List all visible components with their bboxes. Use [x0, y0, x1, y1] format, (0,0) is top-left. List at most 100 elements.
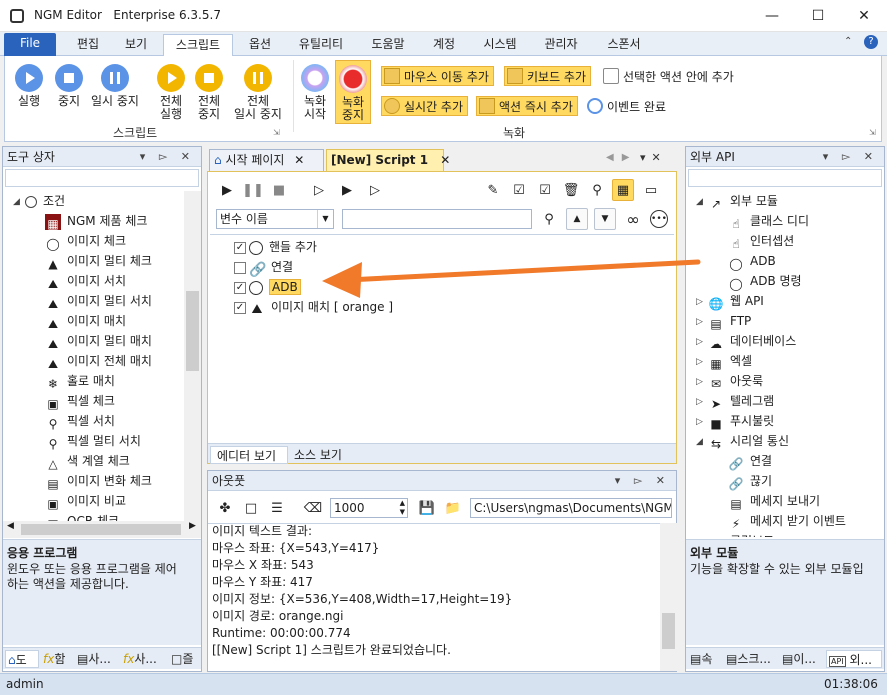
tab-images[interactable]: ▤이...	[780, 650, 824, 668]
tree-module-item[interactable]: ◯ ADB	[728, 251, 775, 271]
pause-action-icon[interactable]: ❚❚	[242, 179, 264, 201]
toolbox-item[interactable]: ▤ OCR 체크	[45, 511, 119, 521]
toolbox-item[interactable]: ⛰ 이미지 멀티 매치	[45, 331, 152, 351]
tab-source-view[interactable]: 소스 보기	[292, 446, 352, 464]
expand-icon[interactable]: ▷	[696, 372, 708, 392]
tree-node-condition[interactable]: ◢ 조건	[13, 191, 65, 211]
group-launcher-icon[interactable]: ⇲	[273, 128, 280, 137]
tree-group[interactable]: ▷ ■ 푸시불릿	[696, 411, 774, 431]
expand-icon[interactable]: ▷	[696, 392, 708, 412]
add-keyboard-button[interactable]: 키보드 추가	[504, 66, 592, 86]
menu-system[interactable]: 시스템	[474, 34, 526, 56]
action-row-image-match[interactable]: ✓ ⛰ 이미지 매치 [ orange ]	[234, 297, 393, 317]
screen-icon[interactable]: ▭	[640, 179, 662, 201]
toolbox-item[interactable]: ⚲ 픽셀 멀티 서치	[45, 431, 141, 451]
document-menu-icons[interactable]: ▾✕	[640, 151, 667, 164]
toolbox-item[interactable]: ⚲ 픽셀 서치	[45, 411, 115, 431]
run-all-button[interactable]: 전체 실행	[151, 64, 191, 121]
close-tab-icon[interactable]: ✕	[294, 153, 304, 167]
add-mouse-move-button[interactable]: 마우스 이동 추가	[381, 66, 494, 86]
add-instant-button[interactable]: 액션 즉시 추가	[476, 96, 578, 116]
tab-editor-view[interactable]: 에디터 보기	[210, 446, 288, 464]
menu-account[interactable]: 계정	[422, 34, 466, 56]
tab-favorites[interactable]: □즐	[169, 650, 199, 668]
run-from-icon[interactable]: ▷	[308, 179, 330, 201]
tab-scroll-arrows[interactable]: ◀▶	[606, 152, 637, 163]
action-checkbox[interactable]: ✓	[234, 281, 246, 294]
expand-icon[interactable]: ◢	[696, 192, 708, 212]
clear-icon[interactable]: ✤	[214, 497, 236, 519]
expand-icon[interactable]: ▷	[696, 532, 708, 538]
expand-icon[interactable]: ◢	[696, 432, 708, 452]
expand-icon[interactable]: ◢	[13, 192, 25, 212]
toolbox-item[interactable]: ⛰ 이미지 서치	[45, 271, 126, 291]
toolbox-item[interactable]: ⛰ 이미지 매치	[45, 311, 126, 331]
tab-start-page[interactable]: ⌂ 시작 페이지 ✕	[209, 149, 324, 171]
expand-icon[interactable]: ▷	[696, 332, 708, 352]
more-icon[interactable]: •••	[650, 210, 668, 228]
close-tab-icon[interactable]: ✕	[440, 153, 450, 167]
record-stop-button[interactable]: 녹화 중지	[335, 60, 371, 124]
list-icon[interactable]: ☰	[266, 497, 288, 519]
variable-select[interactable]: 변수 이름 ▼	[216, 209, 334, 229]
move-up-icon[interactable]: ▲	[566, 208, 588, 230]
tree-group[interactable]: ▷ ☁ 데이터베이스	[696, 331, 796, 351]
find-icon[interactable]: ⚲	[538, 208, 560, 230]
folder-icon[interactable]: 📁	[442, 497, 464, 519]
toolbox-item[interactable]: ▣ 이미지 비교	[45, 491, 126, 511]
tree-serial[interactable]: ◢ ⇆ 시리얼 통신	[696, 431, 789, 451]
tree-group[interactable]: ▷ 🌐 웹 API	[696, 291, 764, 311]
help-icon[interactable]: ?	[864, 35, 878, 49]
tab-script-1[interactable]: [New] Script 1 ✕	[326, 149, 450, 171]
eraser-icon[interactable]: ⌫	[302, 497, 324, 519]
panel-pin-close-icons[interactable]: ▾ ▻ ✕	[823, 147, 878, 167]
toolbox-item[interactable]: ▤ 이미지 변화 체크	[45, 471, 152, 491]
tree-module-item[interactable]: ☝ 클래스 디디	[728, 211, 809, 231]
toolbox-item[interactable]: ❄ 홀로 매치	[45, 371, 115, 391]
tab-functions[interactable]: fx함	[41, 650, 73, 668]
check-all-icon[interactable]: ☑	[508, 179, 530, 201]
record-start-button[interactable]: 녹화 시작	[297, 64, 333, 121]
expand-icon[interactable]: ▷	[696, 352, 708, 372]
toolbox-scrollbar[interactable]	[184, 191, 201, 521]
expand-icon[interactable]: ▷	[696, 312, 708, 332]
run-button[interactable]: 실행	[9, 64, 49, 108]
collapse-ribbon-icon[interactable]: ⌃	[844, 36, 852, 47]
tab-user-2[interactable]: fx사...	[121, 650, 167, 668]
menu-edit[interactable]: 편집	[66, 34, 110, 56]
tab-properties[interactable]: ▤속	[688, 650, 722, 668]
expand-icon[interactable]: ▷	[696, 292, 708, 312]
save-icon[interactable]: 💾	[416, 497, 438, 519]
menu-admin[interactable]: 관리자	[535, 34, 587, 56]
toolbox-item[interactable]: ◯ 이미지 체크	[45, 231, 126, 251]
toolbox-item[interactable]: ⛰ 이미지 멀티 서치	[45, 291, 152, 311]
run-step-icon[interactable]: ▷	[364, 179, 386, 201]
tab-toolbox[interactable]: ⌂도	[5, 650, 39, 668]
tree-module-item[interactable]: ☝ 인터셉션	[728, 231, 794, 251]
tree-group[interactable]: ▷ ➤ 텔레그램	[696, 391, 774, 411]
new-log-icon[interactable]: □	[240, 497, 262, 519]
stop-action-icon[interactable]: ■	[268, 179, 290, 201]
tab-script-list[interactable]: ▤스크...	[724, 650, 778, 668]
toolbox-item[interactable]: △ 색 계열 체크	[45, 451, 129, 471]
tree-external-modules[interactable]: ◢ ↗ 외부 모듈	[696, 191, 778, 211]
menu-utility[interactable]: 유틸리티	[289, 34, 353, 56]
edit-icon[interactable]: ✎	[482, 179, 504, 201]
external-search-input[interactable]	[688, 169, 882, 187]
minimize-button[interactable]: —	[749, 0, 795, 32]
tree-serial-item[interactable]: 🔗 끊기	[728, 471, 773, 491]
toolbox-item[interactable]: ▦ NGM 제품 체크	[45, 211, 147, 231]
action-row-connect[interactable]: 🔗 연결	[234, 257, 293, 278]
menu-help[interactable]: 도움말	[362, 34, 414, 56]
action-checkbox[interactable]	[234, 261, 246, 274]
panel-pin-close-icons[interactable]: ▾ ▻ ✕	[140, 147, 195, 167]
toolbox-hscrollbar[interactable]: ◀ ▶	[3, 521, 201, 538]
delete-icon[interactable]: 🗑	[560, 179, 582, 201]
action-row-adb[interactable]: ✓ ADB	[234, 277, 301, 297]
run-selected-icon[interactable]: ▶︎	[336, 179, 358, 201]
action-checkbox[interactable]: ✓	[234, 301, 246, 314]
event-done-button[interactable]: 이벤트 완료	[587, 96, 666, 116]
tree-group[interactable]: ▷ ▤ FTP	[696, 311, 751, 331]
menu-options[interactable]: 옵션	[238, 34, 282, 56]
toolbox-item[interactable]: ⛰ 이미지 전체 매치	[45, 351, 152, 371]
